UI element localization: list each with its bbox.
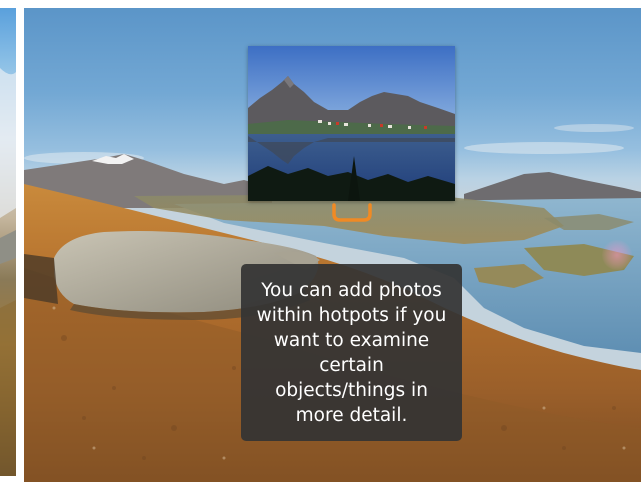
hotspot-marker-glyph — [332, 203, 372, 222]
hotspot-tooltip: You can add photos within hotpots if you… — [241, 264, 462, 441]
lens-flare — [602, 240, 632, 270]
lake-mountain-photo-icon — [248, 46, 455, 201]
left-panorama-image — [0, 68, 16, 476]
tooltip-text: You can add photos within hotpots if you… — [256, 279, 447, 426]
left-panorama-preview[interactable] — [0, 8, 16, 476]
hotspot-photo[interactable] — [248, 46, 455, 201]
hotspot-marker-icon[interactable] — [330, 201, 374, 223]
